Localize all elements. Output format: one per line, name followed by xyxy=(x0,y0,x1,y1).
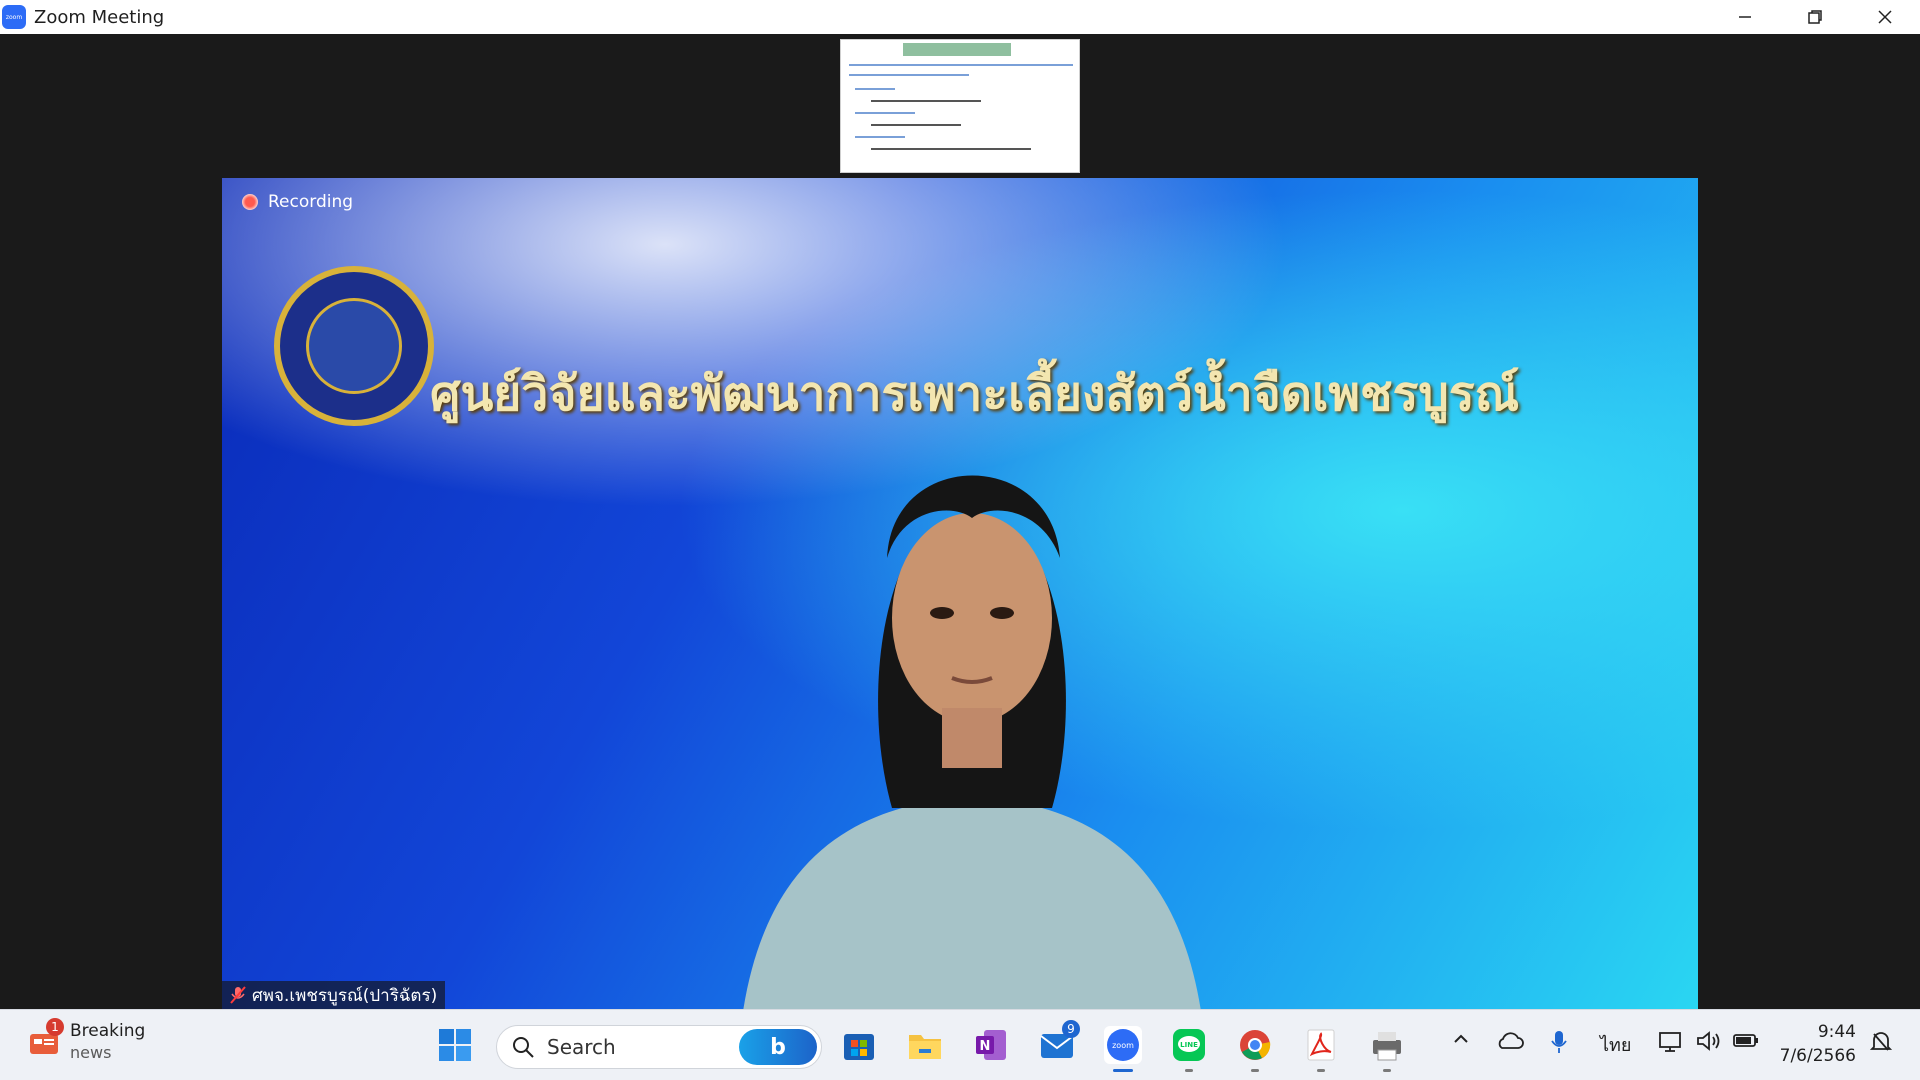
window-controls xyxy=(1710,0,1920,34)
taskbar-file-explorer[interactable] xyxy=(906,1026,944,1064)
show-hidden-icons-button[interactable] xyxy=(1452,1030,1470,1053)
file-explorer-icon xyxy=(909,1035,941,1059)
active-indicator xyxy=(1113,1069,1133,1072)
taskbar-app-store[interactable] xyxy=(840,1026,878,1064)
microphone-icon xyxy=(1551,1031,1567,1053)
thumbnail-line xyxy=(855,88,895,90)
line-icon: LINE xyxy=(1173,1029,1205,1061)
participant-person xyxy=(743,475,1201,1009)
clock[interactable]: 9:44 7/6/2566 xyxy=(1780,1020,1856,1068)
news-icon: 1 xyxy=(28,1018,64,1058)
department-logo xyxy=(274,266,434,426)
logo-emblem xyxy=(306,298,402,394)
start-icon xyxy=(439,1029,471,1061)
clock-time: 9:44 xyxy=(1817,1022,1856,1042)
svg-text:LINE: LINE xyxy=(1180,1041,1198,1049)
thumbnail-line xyxy=(871,100,981,102)
recording-indicator[interactable]: Recording xyxy=(242,192,353,212)
notification-bell-icon xyxy=(1869,1032,1893,1051)
bing-chat-button[interactable]: b xyxy=(739,1029,817,1065)
taskbar-chrome[interactable] xyxy=(1236,1026,1274,1072)
network-icon xyxy=(1659,1032,1681,1052)
running-indicator xyxy=(1383,1069,1391,1072)
restore-button[interactable] xyxy=(1780,0,1850,34)
store-icon xyxy=(844,1034,874,1060)
taskbar-search[interactable]: Search b xyxy=(496,1025,822,1069)
volume-button[interactable] xyxy=(1696,1030,1722,1057)
thumbnail-header xyxy=(903,43,1011,56)
printer-icon xyxy=(1373,1032,1401,1061)
recording-label: Recording xyxy=(268,192,354,212)
participant-name-tag: ศพจ.เพชรบูรณ์(ปาริฉัตร) xyxy=(222,981,446,1009)
thumbnail-line xyxy=(871,124,961,126)
thumbnail-line xyxy=(871,148,1031,150)
taskbar-mail[interactable]: 9 xyxy=(1038,1020,1080,1064)
windows-taskbar: 1 Breaking news Search b N 9 zoom LINE ไ… xyxy=(0,1009,1920,1080)
recording-dot-icon xyxy=(242,194,258,210)
onenote-icon: N xyxy=(976,1030,1006,1060)
running-indicator xyxy=(1317,1069,1325,1072)
window-titlebar: zoom Zoom Meeting xyxy=(0,0,1920,34)
chevron-up-icon xyxy=(1454,1034,1468,1043)
taskbar-onenote[interactable]: N xyxy=(972,1026,1010,1064)
volume-icon xyxy=(1697,1031,1720,1051)
thumbnail-line xyxy=(855,136,905,138)
running-indicator xyxy=(1185,1069,1193,1072)
notifications-button[interactable] xyxy=(1869,1030,1893,1059)
battery-button[interactable] xyxy=(1732,1030,1760,1055)
zoom-app-icon: zoom xyxy=(1107,1029,1139,1061)
taskbar-acrobat[interactable] xyxy=(1302,1026,1340,1072)
onedrive-button[interactable] xyxy=(1496,1030,1524,1055)
thumbnail-line xyxy=(849,64,1073,66)
thumbnail-line xyxy=(849,74,969,76)
network-button[interactable] xyxy=(1658,1030,1684,1057)
taskbar-printer[interactable] xyxy=(1368,1026,1406,1072)
search-icon xyxy=(513,1037,534,1058)
thumbnail-line xyxy=(855,112,915,114)
svg-text:N: N xyxy=(980,1039,991,1054)
screen-share-thumbnail[interactable] xyxy=(840,39,1080,173)
cloud-icon xyxy=(1498,1032,1524,1049)
microphone-button[interactable] xyxy=(1550,1030,1568,1059)
chrome-icon xyxy=(1240,1030,1271,1060)
svg-text:zoom: zoom xyxy=(1112,1041,1134,1050)
battery-icon xyxy=(1733,1034,1758,1047)
restore-icon xyxy=(1808,10,1822,24)
participant-video[interactable]: Recording ศูนย์วิจัยและพัฒนาการเพาะเลี้ย… xyxy=(222,178,1698,1009)
taskbar-line[interactable]: LINE xyxy=(1170,1026,1208,1072)
mail-badge: 9 xyxy=(1062,1020,1080,1038)
close-icon xyxy=(1878,10,1892,24)
start-button[interactable] xyxy=(436,1026,474,1064)
news-title: Breaking xyxy=(70,1021,146,1041)
zoom-icon: zoom xyxy=(2,5,26,29)
minimize-icon xyxy=(1739,16,1751,18)
bing-icon: b xyxy=(770,1034,786,1060)
minimize-button[interactable] xyxy=(1710,0,1780,34)
close-button[interactable] xyxy=(1850,0,1920,34)
running-indicator xyxy=(1251,1069,1259,1072)
search-placeholder: Search xyxy=(547,1035,616,1059)
meeting-area: Recording ศูนย์วิจัยและพัฒนาการเพาะเลี้ย… xyxy=(0,34,1920,1009)
news-subtitle: news xyxy=(70,1043,112,1062)
news-badge: 1 xyxy=(46,1018,64,1036)
muted-microphone-icon xyxy=(230,986,246,1004)
window-title: Zoom Meeting xyxy=(34,6,165,28)
clock-date: 7/6/2566 xyxy=(1779,1046,1856,1066)
participant-name: ศพจ.เพชรบูรณ์(ปาริฉัตร) xyxy=(252,985,438,1006)
acrobat-icon xyxy=(1307,1029,1335,1061)
input-language-button[interactable]: ไทย xyxy=(1600,1030,1631,1059)
news-widget[interactable]: 1 Breaking news xyxy=(28,1018,146,1064)
taskbar-zoom[interactable]: zoom xyxy=(1104,1026,1142,1072)
